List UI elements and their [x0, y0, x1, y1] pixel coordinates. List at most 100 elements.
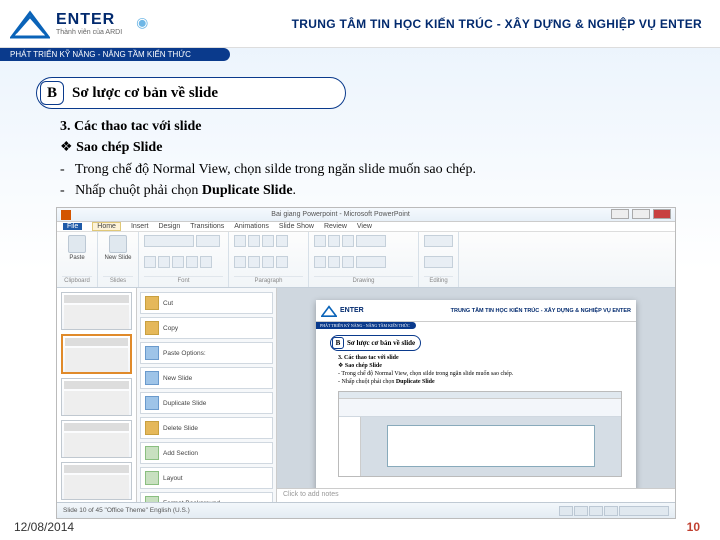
strike-button[interactable]	[186, 256, 198, 268]
ribbon-group-clipboard: Paste Clipboard	[57, 232, 98, 287]
tab-file[interactable]: File	[63, 223, 82, 230]
shape-button[interactable]	[342, 256, 354, 268]
window-buttons	[610, 209, 671, 221]
menu-new-slide[interactable]: New Slide	[140, 367, 273, 389]
thumbnail[interactable]	[61, 292, 132, 330]
page-header: ENTER Thành viên của ARDI ◉ TRUNG TÂM TI…	[0, 0, 720, 48]
tab-view[interactable]: View	[357, 223, 372, 230]
deco-icon: ◉	[136, 15, 148, 32]
nested-strip: PHÁT TRIỂN KỸ NĂNG - NÂNG TẦM KIẾN THỨC	[316, 322, 416, 329]
section-letter: B	[40, 81, 64, 105]
zoom-slider[interactable]	[619, 506, 669, 516]
shape-button[interactable]	[314, 256, 326, 268]
close-button[interactable]	[653, 209, 671, 219]
footer-date: 12/08/2014	[14, 520, 74, 534]
ribbon-group-editing: Editing	[419, 232, 459, 287]
tab-review[interactable]: Review	[324, 223, 347, 230]
powerpoint-icon	[61, 210, 71, 220]
sorter-view-button[interactable]	[574, 506, 588, 516]
nested-inner-screenshot	[338, 391, 622, 477]
shape-button[interactable]	[328, 235, 340, 247]
new-slide-button[interactable]: New Slide	[103, 235, 133, 261]
section-pill: B Sơ lược cơ bản về slide	[36, 77, 346, 109]
paste-button[interactable]: Paste	[62, 235, 92, 261]
menu-paste-options[interactable]: Paste Options:	[140, 342, 273, 364]
minimize-button[interactable]	[611, 209, 629, 219]
context-menu-pane: Cut Copy Paste Options: New Slide Duplic…	[137, 288, 277, 502]
tab-animations[interactable]: Animations	[234, 223, 269, 230]
slideshow-view-button[interactable]	[604, 506, 618, 516]
replace-button[interactable]	[424, 256, 453, 268]
section-title-text: Sơ lược cơ bản về slide	[72, 85, 218, 102]
tab-slideshow[interactable]: Slide Show	[279, 223, 314, 230]
slide-thumbnail-pane[interactable]	[57, 288, 137, 502]
menu-add-section[interactable]: Add Section	[140, 442, 273, 464]
content-block: 3. Các thao tac với slide Sao chép Slide…	[0, 117, 720, 201]
shape-button[interactable]	[342, 235, 354, 247]
thumbnail[interactable]	[61, 462, 132, 500]
bullets-button[interactable]	[234, 235, 246, 247]
numbering-button[interactable]	[248, 235, 260, 247]
status-bar: Slide 10 of 45 "Office Theme" English (U…	[57, 502, 675, 518]
italic-button[interactable]	[158, 256, 170, 268]
nested-slide: ENTER TRUNG TÂM TIN HỌC KIẾN TRÚC - XÂY …	[316, 300, 636, 510]
outdent-button[interactable]	[276, 235, 288, 247]
underline-button[interactable]	[172, 256, 184, 268]
maximize-button[interactable]	[632, 209, 650, 219]
indent-button[interactable]	[262, 235, 274, 247]
tab-insert[interactable]: Insert	[131, 223, 149, 230]
tab-home[interactable]: Home	[92, 222, 121, 231]
align-left-button[interactable]	[234, 256, 246, 268]
align-center-button[interactable]	[248, 256, 260, 268]
justify-button[interactable]	[276, 256, 288, 268]
page-footer: 12/08/2014 10	[14, 520, 700, 534]
shape-button[interactable]	[314, 235, 326, 247]
window-titlebar: Bai giang Powerpoint - Microsoft PowerPo…	[57, 208, 675, 222]
view-buttons	[559, 506, 669, 516]
ribbon-tabs: File Home Insert Design Transitions Anim…	[57, 222, 675, 232]
normal-view-button[interactable]	[559, 506, 573, 516]
font-size[interactable]	[196, 235, 220, 247]
status-text: Slide 10 of 45 "Office Theme" English (U…	[63, 507, 190, 514]
nested-logo-icon	[321, 305, 337, 317]
logo-block: ENTER Thành viên của ARDI ◉	[10, 9, 148, 39]
thumbnail[interactable]	[61, 378, 132, 416]
thumbnail-selected[interactable]	[61, 334, 132, 374]
menu-copy[interactable]: Copy	[140, 317, 273, 339]
tab-transitions[interactable]: Transitions	[190, 223, 224, 230]
menu-cut[interactable]: Cut	[140, 292, 273, 314]
brand-subtext: Thành viên của ARDI	[56, 29, 122, 36]
logo-icon	[10, 9, 50, 39]
ribbon-group-slides: New Slide Slides	[98, 232, 139, 287]
work-area: Cut Copy Paste Options: New Slide Duplic…	[57, 288, 675, 502]
shape-button[interactable]	[328, 256, 340, 268]
content-line-1: 3. Các thao tac với slide	[60, 117, 700, 137]
find-button[interactable]	[424, 235, 453, 247]
header-strip: PHÁT TRIỂN KỸ NĂNG - NÂNG TẦM KIẾN THỨC	[0, 48, 230, 61]
tab-design[interactable]: Design	[158, 223, 180, 230]
content-dash-1: Trong chế độ Normal View, chọn silde tro…	[60, 160, 700, 180]
thumbnail[interactable]	[61, 420, 132, 458]
arrange-button[interactable]	[356, 235, 386, 247]
font-family[interactable]	[144, 235, 194, 247]
notes-pane[interactable]: Click to add notes	[277, 488, 675, 502]
ribbon: Paste Clipboard New Slide Slides Font Pa…	[57, 232, 675, 288]
nested-section-pill: B Sơ lược cơ bản về slide	[330, 335, 421, 351]
header-title: TRUNG TÂM TIN HỌC KIẾN TRÚC - XÂY DỰNG &…	[148, 17, 710, 31]
shadow-button[interactable]	[200, 256, 212, 268]
slide-canvas: ENTER TRUNG TÂM TIN HỌC KIẾN TRÚC - XÂY …	[277, 288, 675, 502]
menu-delete-slide[interactable]: Delete Slide	[140, 417, 273, 439]
window-title: Bai giang Powerpoint - Microsoft PowerPo…	[71, 211, 610, 218]
bold-button[interactable]	[144, 256, 156, 268]
quickstyles-button[interactable]	[356, 256, 386, 268]
align-right-button[interactable]	[262, 256, 274, 268]
content-bullet-1: Sao chép Slide	[60, 138, 700, 158]
reading-view-button[interactable]	[589, 506, 603, 516]
footer-page-number: 10	[687, 520, 700, 534]
menu-duplicate-slide[interactable]: Duplicate Slide	[140, 392, 273, 414]
nested-brand: ENTER	[340, 307, 364, 314]
nested-content: 3. Các thao tac với slide Sao chép Slide…	[316, 354, 636, 386]
menu-layout[interactable]: Layout	[140, 467, 273, 489]
ribbon-group-drawing: Drawing	[309, 232, 419, 287]
ribbon-group-font: Font	[139, 232, 229, 287]
